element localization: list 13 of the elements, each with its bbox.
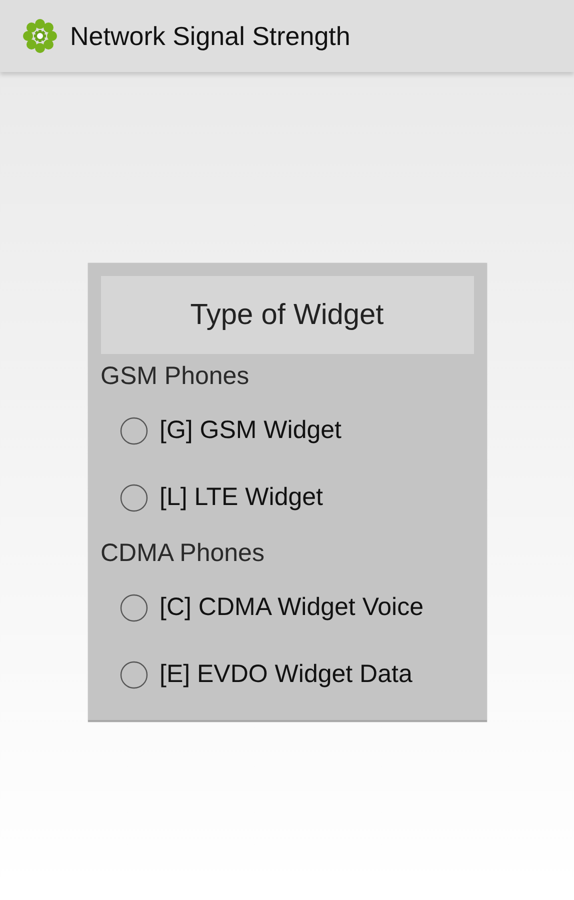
- radio-button[interactable]: [120, 484, 148, 512]
- radio-button[interactable]: [120, 660, 148, 688]
- radio-option[interactable]: [E] EVDO Widget Data: [100, 641, 474, 708]
- section-heading: GSM Phones: [100, 361, 250, 392]
- radio-option[interactable]: [C] CDMA Widget Voice: [100, 574, 474, 641]
- radio-button[interactable]: [120, 594, 148, 622]
- radio-option[interactable]: [L] LTE Widget: [100, 464, 474, 531]
- dialog-title: Type of Widget: [100, 276, 474, 354]
- app-title: Network Signal Strength: [70, 20, 350, 52]
- radio-option[interactable]: [G] GSM Widget: [100, 397, 474, 464]
- app-logo-icon: [22, 18, 58, 54]
- radio-button[interactable]: [120, 416, 148, 444]
- section-heading: CDMA Phones: [100, 538, 266, 569]
